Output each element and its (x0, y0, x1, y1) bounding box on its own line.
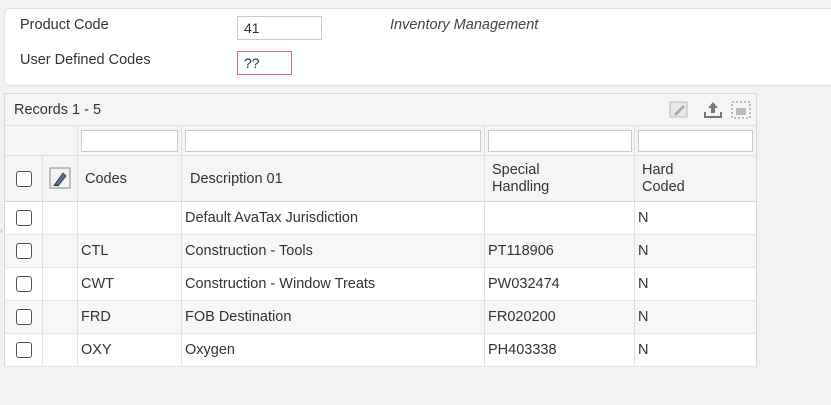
udc-input[interactable] (237, 51, 292, 75)
cell-description: Default AvaTax Jurisdiction (185, 210, 359, 226)
cell-hard-coded: N (638, 210, 649, 226)
row-edit-icon[interactable] (49, 167, 71, 189)
cell-code: FRD (81, 309, 111, 325)
row-checkbox[interactable] (16, 276, 32, 292)
edit-grid-icon[interactable] (668, 100, 690, 120)
header-form: Product Code Inventory Management User D… (4, 8, 831, 86)
udc-grid: Records 1 - 5 Codes Description 01 Speci… (4, 93, 757, 367)
column-header-hard-coded-line2[interactable]: Coded (642, 179, 685, 196)
column-header-special-handling-line2[interactable]: Handling (492, 179, 549, 196)
column-header-row: Codes Description 01 Special Handling Ha… (5, 156, 756, 202)
records-count: Records 1 - 5 (14, 102, 102, 118)
cell-special-handling: PT118906 (488, 243, 554, 259)
cell-description: Construction - Window Treats (185, 276, 376, 292)
column-divider (42, 156, 43, 367)
export-icon[interactable] (702, 100, 724, 120)
column-header-hard-coded-line1[interactable]: Hard (642, 162, 673, 179)
filter-description-input[interactable] (185, 130, 481, 152)
cell-special-handling: PH403338 (488, 342, 557, 358)
filter-hard-coded-input[interactable] (638, 130, 753, 152)
product-code-input[interactable] (237, 16, 322, 40)
cell-hard-coded: N (638, 243, 649, 259)
cell-description: Construction - Tools (185, 243, 313, 259)
table-row[interactable]: FRD FOB Destination FR020200 N (5, 301, 756, 334)
cell-description: Oxygen (185, 342, 235, 358)
column-divider (634, 126, 635, 367)
product-code-label: Product Code (20, 17, 109, 33)
cell-code: CWT (81, 276, 115, 292)
table-row[interactable]: CTL Construction - Tools PT118906 N (5, 235, 756, 268)
cell-hard-coded: N (638, 309, 649, 325)
table-row[interactable]: Default AvaTax Jurisdiction N (5, 202, 756, 235)
row-checkbox[interactable] (16, 210, 32, 226)
cell-special-handling: PW032474 (488, 276, 560, 292)
cell-special-handling: FR020200 (488, 309, 556, 325)
column-divider (484, 126, 485, 367)
cell-description: FOB Destination (185, 309, 292, 325)
filter-special-handling-input[interactable] (488, 130, 632, 152)
cell-hard-coded: N (638, 276, 649, 292)
udc-label: User Defined Codes (20, 52, 151, 68)
filter-row (5, 126, 756, 156)
grid-toolbar: Records 1 - 5 (5, 94, 756, 126)
column-header-description[interactable]: Description 01 (190, 171, 283, 188)
table-row[interactable]: OXY Oxygen PH403338 N (5, 334, 756, 367)
row-checkbox[interactable] (16, 309, 32, 325)
column-header-special-handling-line1[interactable]: Special (492, 162, 540, 179)
row-checkbox[interactable] (16, 342, 32, 358)
cell-code: OXY (81, 342, 112, 358)
column-divider (77, 126, 78, 367)
column-divider (181, 126, 182, 367)
select-all-checkbox[interactable] (16, 171, 32, 187)
cell-hard-coded: N (638, 342, 649, 358)
product-code-description: Inventory Management (390, 17, 539, 33)
table-row[interactable]: CWT Construction - Window Treats PW03247… (5, 268, 756, 301)
row-checkbox[interactable] (16, 243, 32, 259)
column-header-codes[interactable]: Codes (85, 171, 127, 188)
cell-code: CTL (81, 243, 109, 259)
filter-codes-input[interactable] (81, 130, 178, 152)
fullscreen-grid-icon[interactable] (730, 100, 752, 120)
